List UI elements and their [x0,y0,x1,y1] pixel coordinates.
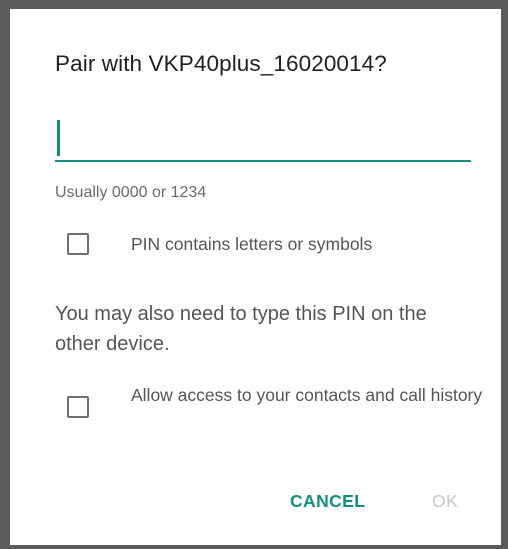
pairing-dialog: Pair with VKP40plus_16020014? Usually 00… [10,9,501,545]
pin-input[interactable] [55,112,471,162]
contacts-access-label: Allow access to your contacts and call h… [131,385,483,405]
pin-note: You may also need to type this PIN on th… [55,303,427,355]
pin-hint: Usually 0000 or 1234 [55,184,207,201]
cancel-button[interactable]: CANCEL [290,491,365,512]
ok-button[interactable]: OK [432,491,458,512]
contacts-access-checkbox[interactable] [67,396,89,418]
text-cursor [57,120,60,156]
dialog-title: Pair with VKP40plus_16020014? [55,51,387,76]
pin-letters-option[interactable]: PIN contains letters or symbols [55,231,372,257]
screen-frame: Pair with VKP40plus_16020014? Usually 00… [0,0,508,549]
pin-letters-label: PIN contains letters or symbols [131,234,373,254]
contacts-access-option[interactable]: Allow access to your contacts and call h… [55,382,491,418]
pin-letters-checkbox[interactable] [67,233,89,255]
